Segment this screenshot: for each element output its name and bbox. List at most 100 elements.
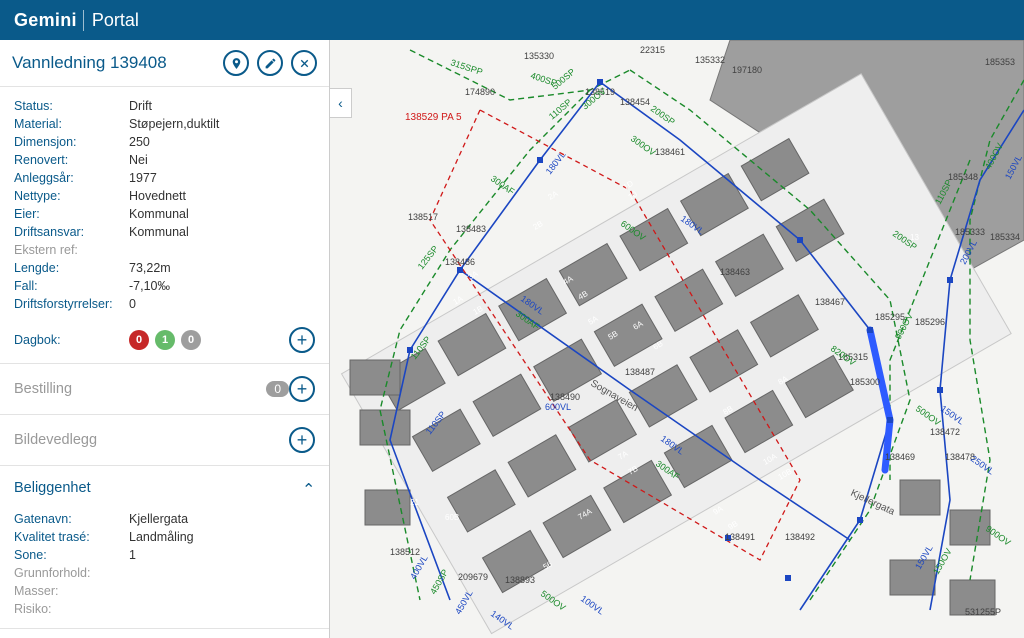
detail-value: Kommunal [129,207,189,221]
svg-text:22315: 22315 [640,45,665,55]
detail-row: Renovert:Nei [14,151,315,169]
beliggenhet-value: Kjellergata [129,512,188,526]
locate-button[interactable] [223,50,249,76]
svg-text:185334: 185334 [990,232,1020,242]
section-beliggenhet: Beliggenhet ⌄ Gatenavn:KjellergataKvalit… [0,465,329,628]
dagbok-badge-gray[interactable]: 0 [181,330,201,350]
section-bestilling-title: Bestilling [14,381,260,397]
beliggenhet-label: Gatenavn: [14,512,129,526]
dagbok-badge-green[interactable]: 1 [155,330,175,350]
detail-label: Renovert: [14,153,129,167]
svg-text:138492: 138492 [785,532,815,542]
svg-text:138490: 138490 [550,392,580,402]
highlight-label: 138529 PA 5 [405,112,462,123]
details-list: Status:Drift Material:Støpejern,duktilt Di… [0,87,329,321]
detail-row: Lengde:73,22m [14,259,315,277]
map-canvas[interactable]: 11 [330,40,1024,638]
section-bildevedlegg-title: Bildevedlegg [14,432,289,448]
detail-value: 73,22m [129,261,171,275]
detail-label: Lengde: [14,261,129,275]
detail-row: Driftsansvar:Kommunal [14,223,315,241]
beliggenhet-value: Landmåling [129,530,194,544]
svg-text:185300: 185300 [850,377,880,387]
svg-text:209679: 209679 [458,572,488,582]
detail-label: Driftsansvar: [14,225,129,239]
new-measurement-action[interactable]: Ny innmåling av ledning [0,628,329,638]
svg-text:135330: 135330 [524,51,554,61]
app-header: Gemini Portal [0,0,1024,40]
detail-row: Driftsforstyrrelser:0 [14,295,315,313]
svg-text:531255P: 531255P [965,607,1001,617]
detail-label: Driftsforstyrrelser: [14,297,129,311]
detail-row: Anleggsår:1977 [14,169,315,187]
beliggenhet-label: Grunnforhold: [14,566,129,580]
pin-icon [230,57,243,70]
beliggenhet-label: Sone: [14,548,129,562]
detail-value: Støpejern,duktilt [129,117,219,131]
bestilling-add-button[interactable]: + [289,376,315,402]
detail-row: Ekstern ref: [14,241,315,259]
beliggenhet-row: Gatenavn:Kjellergata [14,510,315,528]
svg-text:185353: 185353 [985,57,1015,67]
svg-text:135332: 135332 [695,55,725,65]
detail-value: Drift [129,99,152,113]
collapse-sidebar-button[interactable]: ‹ [330,88,352,118]
svg-text:60B: 60B [445,513,459,522]
detail-value: Kommunal [129,225,189,239]
svg-text:13: 13 [910,233,919,242]
svg-text:185348: 185348 [948,172,978,182]
beliggenhet-body: Gatenavn:KjellergataKvalitet trasé:Landm… [0,510,329,628]
svg-text:138893: 138893 [505,575,535,585]
detail-value: -7,10‰ [129,279,170,293]
svg-text:185296: 185296 [915,317,945,327]
section-beliggenhet-header[interactable]: Beliggenhet ⌄ [0,466,329,510]
panel-title: Vannledning 139408 [12,53,215,73]
svg-text:138517: 138517 [408,212,438,222]
beliggenhet-row: Grunnforhold: [14,564,315,582]
svg-text:21: 21 [410,498,419,507]
detail-label: Anleggsår: [14,171,129,185]
section-bildevedlegg-header[interactable]: Bildevedlegg + [0,415,329,465]
chevron-up-icon: ⌄ [302,478,315,498]
detail-value: Hovednett [129,189,186,203]
detail-label: Ekstern ref: [14,243,129,257]
svg-text:138487: 138487 [625,367,655,377]
beliggenhet-label: Masser: [14,584,129,598]
detail-row: Nettype:Hovednett [14,187,315,205]
details-sidebar[interactable]: Vannledning 139408 Status:Drift Material:… [0,40,330,638]
brand-name: Gemini [14,10,77,31]
svg-text:600VL: 600VL [545,402,571,412]
svg-text:138463: 138463 [720,267,750,277]
detail-row: Status:Drift [14,97,315,115]
dagbok-row: Dagbok: 0 1 0 + [0,321,329,363]
svg-text:138486: 138486 [445,257,475,267]
detail-label: Material: [14,117,129,131]
detail-label: Nettype: [14,189,129,203]
dagbok-add-button[interactable]: + [289,327,315,353]
dagbok-label: Dagbok: [14,333,129,347]
svg-text:138483: 138483 [456,224,486,234]
beliggenhet-value: 1 [129,548,136,562]
bildevedlegg-add-button[interactable]: + [289,427,315,453]
svg-text:174890: 174890 [465,87,495,97]
detail-value: 0 [129,297,136,311]
brand-sub: Portal [83,10,139,31]
detail-row: Fall:-7,10‰ [14,277,315,295]
section-bestilling-header[interactable]: Bestilling 0 + [0,364,329,414]
pencil-icon [264,57,277,70]
svg-text:185333: 185333 [955,227,985,237]
detail-row: Eier:Kommunal [14,205,315,223]
map-area[interactable]: ‹ 11 [330,40,1024,638]
svg-text:138454: 138454 [620,97,650,107]
close-icon [298,57,311,70]
detail-row: Dimensjon:250 [14,133,315,151]
beliggenhet-label: Kvalitet trasé: [14,530,129,544]
beliggenhet-row: Sone:1 [14,546,315,564]
close-button[interactable] [291,50,317,76]
edit-button[interactable] [257,50,283,76]
section-beliggenhet-title: Beliggenhet [14,480,302,496]
detail-label: Fall: [14,279,129,293]
beliggenhet-row: Risiko: [14,600,315,618]
svg-text:138472: 138472 [930,427,960,437]
dagbok-badge-red[interactable]: 0 [129,330,149,350]
